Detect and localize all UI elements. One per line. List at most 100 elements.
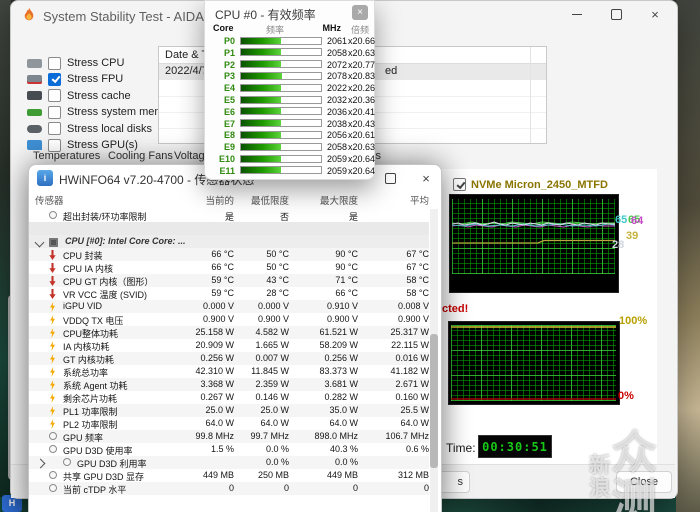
col-sensor: 传感器	[35, 196, 64, 207]
sensor-row[interactable]: PL1 功率限制 25.0 W 25.0 W 35.0 W 25.5 W	[29, 404, 429, 417]
legend-checkbox-nvme[interactable]	[453, 178, 466, 191]
sensor-row[interactable]: CPU 封装 66 °C 50 °C 90 °C 67 °C	[29, 248, 429, 261]
core-row: E9 2058 x20.63	[213, 141, 375, 153]
scrollbar-thumb[interactable]	[430, 334, 438, 468]
value-minimum: 50 °C	[266, 262, 289, 272]
frequency-bar	[240, 60, 322, 69]
value-minimum: 99.7 MHz	[250, 431, 289, 441]
frequency-bar	[240, 154, 322, 163]
value-average: 41.182 W	[390, 366, 429, 376]
sensor-row[interactable]: GPU 频率 99.8 MHz 99.7 MHz 898.0 MHz 106.7 MHz	[29, 430, 429, 443]
stress-checkbox[interactable]	[48, 89, 61, 103]
sensor-row[interactable]: CPU整体功耗 25.158 W 4.582 W 61.521 W 25.317 W	[29, 326, 429, 339]
value-average: 0.016 W	[395, 353, 429, 363]
stress-option[interactable]: Stress cache	[27, 89, 131, 103]
value-maximum: 71 °C	[335, 275, 358, 285]
fpu-icon	[27, 74, 42, 84]
frequency-bar	[240, 71, 322, 80]
sensor-row[interactable]: VR VCC 温度 (SVID) 59 °C 28 °C 66 °C 58 °C	[29, 287, 429, 300]
aida64-close-button[interactable]: ×	[637, 1, 673, 27]
sensor-row[interactable]: VDDQ TX 电压 0.900 V 0.900 V 0.900 V 0.900 V	[29, 313, 429, 326]
value-current: 0.900 V	[202, 314, 234, 324]
sensor-row[interactable]	[29, 222, 429, 235]
close-icon: ×	[651, 6, 659, 22]
value-minimum: 43 °C	[266, 275, 289, 285]
watermark-small-text: 新浪	[589, 454, 611, 500]
sensor-row[interactable]: PL2 功率限制 64.0 W 64.0 W 64.0 W 64.0 W	[29, 417, 429, 430]
frequency-bar-fill	[241, 143, 282, 150]
temperature-graph	[449, 194, 619, 293]
value-average: 67 °C	[406, 262, 429, 272]
sensor-section-label: CPU [#0]: Intel Core Core: ...	[65, 236, 186, 246]
value-current: 0.267 W	[200, 392, 234, 402]
multiplier-value: x20.61	[347, 130, 375, 141]
sensor-row[interactable]: GPU D3D 利用率 0.0 % 0.0 %	[29, 456, 429, 469]
multiplier-value: x20.66	[347, 36, 375, 46]
value-minimum: 1.665 W	[255, 340, 289, 350]
popup-close-button[interactable]: ×	[352, 5, 368, 20]
aida64-maximize-button[interactable]	[598, 1, 634, 27]
stress-option[interactable]: Stress local disks	[27, 122, 152, 136]
sensor-row[interactable]: 共享 GPU D3D 显存 449 MB 250 MB 449 MB 312 MB	[29, 469, 429, 482]
cache-icon	[27, 91, 42, 101]
sensor-table-header: 传感器 当前的 最低限度 最大限度 平均	[29, 193, 429, 209]
value-minimum: 250 MB	[257, 470, 289, 480]
core-label: E8	[223, 130, 235, 141]
hwinfo-maximize-button[interactable]	[375, 165, 405, 191]
time-label: Time:	[446, 441, 476, 455]
graph-value-label: 39	[626, 230, 639, 242]
value-average: 0.6 %	[405, 444, 429, 454]
mhz-value: 2036	[326, 106, 347, 117]
tab-cooling-fans[interactable]: Cooling Fans	[108, 150, 173, 162]
core-row: P0 2061 x20.66	[213, 35, 375, 47]
stress-checkbox[interactable]	[48, 105, 61, 119]
frequency-bar-fill	[241, 155, 282, 162]
sensor-row[interactable]: iGPU VID 0.000 V 0.000 V 0.910 V 0.008 V	[29, 300, 429, 313]
log-date-cell: 2022/4/7	[165, 65, 208, 77]
sensor-row[interactable]: 系统总功率 42.310 W 11.845 W 83.373 W 41.182 W	[29, 365, 429, 378]
popup-col-core: Core	[213, 23, 234, 33]
stress-option[interactable]: Stress FPU	[27, 72, 123, 86]
sensor-row[interactable]: 当前 cTDP 水平 0 0 0 0	[29, 482, 429, 495]
sensor-row[interactable]: CPU IA 内核 66 °C 50 °C 90 °C 67 °C	[29, 261, 429, 274]
sensor-table-scrollbar[interactable]	[430, 209, 438, 512]
hwinfo-close-button[interactable]: ×	[411, 165, 441, 191]
core-label: E10	[218, 154, 235, 164]
frequency-bar-fill	[241, 167, 282, 174]
stress-option[interactable]: Stress CPU	[27, 56, 124, 70]
frequency-bar	[240, 83, 322, 92]
multiplier-value: x20.77	[347, 59, 375, 70]
temperature-graph-value-labels: 65 65 64 39 28	[607, 214, 667, 256]
sensor-row[interactable]: 超出封装/环功率限制是否是	[29, 209, 429, 222]
legend-label-nvme: NVMe Micron_2450_MTFD	[471, 179, 608, 191]
sensor-row[interactable]: CPU GT 内核（图形） 59 °C 43 °C 71 °C 58 °C	[29, 274, 429, 287]
sensor-row[interactable]: CPU [#0]: Intel Core Core: ...	[29, 235, 429, 248]
sensor-row[interactable]: 剩余芯片功耗 0.267 W 0.146 W 0.282 W 0.160 W	[29, 391, 429, 404]
value-maximum: 90 °C	[335, 249, 358, 259]
stress-checkbox[interactable]	[48, 56, 61, 70]
mhz-value: 2038	[326, 118, 347, 129]
stress-checkbox[interactable]	[48, 122, 61, 136]
table-column-separator	[530, 47, 531, 143]
stress-option-label: Stress cache	[67, 89, 131, 102]
value-maximum: 898.0 MHz	[314, 431, 358, 441]
sensor-row[interactable]: IA 内核功耗 20.909 W 1.665 W 58.209 W 22.115 W	[29, 339, 429, 352]
core-label: E9	[223, 142, 235, 153]
sensor-row[interactable]: 系统 Agent 功耗 3.368 W 2.359 W 3.681 W 2.671 W	[29, 378, 429, 391]
tab-temperatures[interactable]: Temperatures	[33, 150, 100, 162]
graph-value-label: 28	[612, 239, 625, 251]
value-average: 106.7 MHz	[385, 431, 429, 441]
value-maximum: 0.900 V	[326, 314, 358, 324]
aida64-minimize-button[interactable]	[559, 1, 595, 27]
frequency-bar-fill	[241, 131, 282, 138]
core-row: E11 2059 x20.64	[213, 165, 375, 177]
hwinfo-window: i HWiNFO64 v7.20-4700 - 传感器状态 × 传感器 当前的 …	[28, 164, 442, 512]
value-average: 0.008 V	[397, 301, 429, 311]
sensor-row[interactable]: GPU D3D 使用率 1.5 % 0.0 % 40.3 % 0.6 %	[29, 443, 429, 456]
sensor-row[interactable]: GT 内核功耗 0.256 W 0.007 W 0.256 W 0.016 W	[29, 352, 429, 365]
value-minimum: 0.146 W	[255, 392, 289, 402]
stress-option[interactable]: Stress system memory	[27, 105, 179, 119]
value-current: 42.310 W	[195, 366, 234, 376]
stress-checkbox[interactable]	[48, 72, 61, 86]
value-maximum: 40.3 %	[329, 444, 358, 454]
